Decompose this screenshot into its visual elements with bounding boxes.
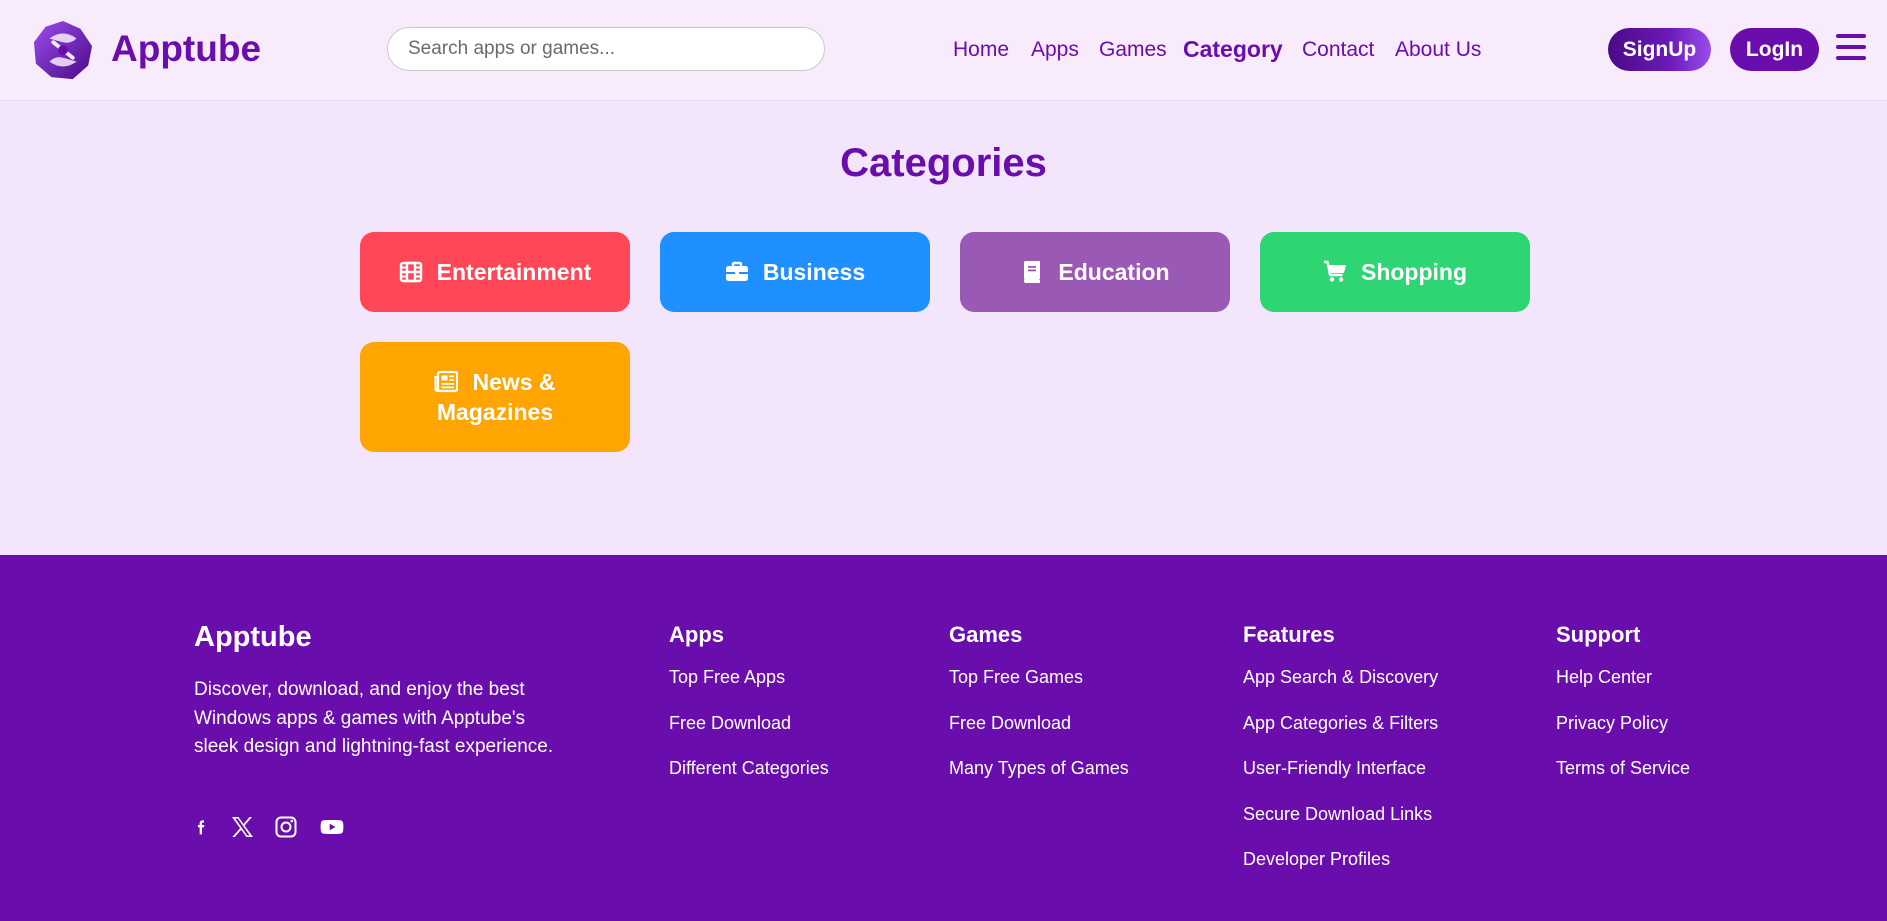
footer-link-terms-of-service[interactable]: Terms of Service xyxy=(1556,757,1690,803)
category-label: Business xyxy=(762,259,866,285)
briefcase-icon xyxy=(725,261,748,281)
footer-column-title: Features xyxy=(1243,622,1335,647)
instagram-icon[interactable] xyxy=(274,815,298,839)
login-button[interactable]: LogIn xyxy=(1730,28,1819,71)
category-card-business[interactable]: Business xyxy=(660,232,930,312)
footer-column-support: Support Help Center Privacy Policy Terms… xyxy=(1556,622,1690,803)
book-icon xyxy=(1024,261,1041,283)
signup-button[interactable]: SignUp xyxy=(1608,28,1711,71)
category-label-line2: Magazines xyxy=(436,399,554,425)
footer-link-secure-download[interactable]: Secure Download Links xyxy=(1243,803,1438,849)
category-card-education[interactable]: Education xyxy=(960,232,1230,312)
footer-link-help-center[interactable]: Help Center xyxy=(1556,666,1690,712)
search-input[interactable] xyxy=(387,27,825,71)
nav-category[interactable]: Category xyxy=(1183,36,1283,63)
footer-brand: Apptube xyxy=(194,621,312,653)
nav-apps[interactable]: Apps xyxy=(1031,38,1079,62)
category-label: Education xyxy=(1058,259,1170,285)
footer-column-title: Games xyxy=(949,622,1023,647)
footer-link-top-free-games[interactable]: Top Free Games xyxy=(949,666,1129,712)
category-card-shopping[interactable]: Shopping xyxy=(1260,232,1530,312)
footer-description: Discover, download, and enjoy the best W… xyxy=(194,679,554,757)
footer-column-features: Features App Search & Discovery App Cate… xyxy=(1243,622,1438,894)
footer-link-privacy-policy[interactable]: Privacy Policy xyxy=(1556,712,1690,758)
footer-link-free-download[interactable]: Free Download xyxy=(949,712,1129,758)
footer-column-apps: Apps Top Free Apps Free Download Differe… xyxy=(669,622,829,803)
footer-column-title: Support xyxy=(1556,622,1641,647)
footer-link-developer-profiles[interactable]: Developer Profiles xyxy=(1243,848,1438,894)
footer-link-top-free-apps[interactable]: Top Free Apps xyxy=(669,666,829,712)
footer-link-user-friendly[interactable]: User-Friendly Interface xyxy=(1243,757,1438,803)
category-label: Shopping xyxy=(1360,259,1468,285)
site-footer: Apptube Discover, download, and enjoy th… xyxy=(0,555,1887,921)
category-label: Entertainment xyxy=(436,259,592,285)
nav-games[interactable]: Games xyxy=(1099,38,1167,62)
footer-link-different-categories[interactable]: Different Categories xyxy=(669,757,829,803)
footer-link-many-types-of-games[interactable]: Many Types of Games xyxy=(949,757,1129,803)
nav-about-us[interactable]: About Us xyxy=(1395,38,1481,62)
newspaper-icon xyxy=(434,370,459,393)
brand-name[interactable]: Apptube xyxy=(111,28,261,70)
facebook-icon[interactable] xyxy=(194,815,210,839)
footer-link-app-search[interactable]: App Search & Discovery xyxy=(1243,666,1438,712)
nav-home[interactable]: Home xyxy=(953,38,1009,62)
category-label-line1: News & xyxy=(472,369,556,395)
page-title: Categories xyxy=(840,141,1047,185)
footer-column-title: Apps xyxy=(669,622,724,647)
category-card-entertainment[interactable]: Entertainment xyxy=(360,232,630,312)
youtube-icon[interactable] xyxy=(318,815,346,839)
site-header: Apptube Home Apps Games Category Contact… xyxy=(0,0,1887,101)
footer-column-games: Games Top Free Games Free Download Many … xyxy=(949,622,1129,803)
apptube-logo-icon[interactable] xyxy=(32,19,94,81)
social-links xyxy=(194,815,366,839)
nav-contact[interactable]: Contact xyxy=(1302,38,1374,62)
hamburger-menu-icon[interactable] xyxy=(1836,34,1866,62)
footer-link-free-download[interactable]: Free Download xyxy=(669,712,829,758)
category-card-news-magazines[interactable]: News & Magazines xyxy=(360,342,630,452)
x-twitter-icon[interactable] xyxy=(230,815,254,839)
film-icon xyxy=(399,261,422,283)
cart-icon xyxy=(1323,260,1346,282)
footer-link-app-categories[interactable]: App Categories & Filters xyxy=(1243,712,1438,758)
